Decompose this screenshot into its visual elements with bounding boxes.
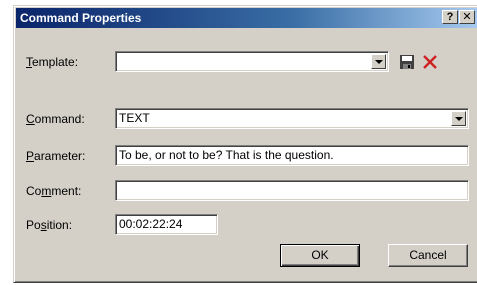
template-label: Template: <box>26 55 78 69</box>
position-label-rest: ition: <box>46 218 73 232</box>
cancel-button[interactable]: Cancel <box>388 244 468 267</box>
parameter-value: To be, or not to be? That is the questio… <box>119 148 334 162</box>
command-value: TEXT <box>119 111 150 125</box>
position-label-pre: Po <box>26 218 41 232</box>
title-bar: Command Properties ? ✕ <box>16 8 477 28</box>
template-label-rest: emplate: <box>32 55 79 69</box>
parameter-input[interactable]: To be, or not to be? That is the questio… <box>115 145 469 166</box>
command-combobox[interactable]: TEXT <box>115 108 469 129</box>
position-value: 00:02:22:24 <box>119 217 183 231</box>
comment-label: Comment: <box>26 184 81 198</box>
help-button[interactable]: ? <box>442 10 458 24</box>
command-label: Command: <box>26 112 85 126</box>
command-dropdown-button[interactable] <box>451 111 466 126</box>
template-dropdown-button[interactable] <box>371 54 386 69</box>
position-label: Position: <box>26 218 72 232</box>
close-button[interactable]: ✕ <box>459 10 475 24</box>
position-input[interactable]: 00:02:22:24 <box>115 214 218 235</box>
parameter-label-rest: arameter: <box>34 149 86 163</box>
comment-input[interactable] <box>115 180 469 201</box>
command-label-mnemonic: C <box>26 112 35 126</box>
parameter-label: Parameter: <box>26 149 85 163</box>
comment-label-pre: Co <box>26 184 42 198</box>
ok-button[interactable]: OK <box>280 244 360 267</box>
parameter-label-mnemonic: P <box>26 149 35 163</box>
command-properties-dialog: Command Properties ? ✕ Template: Command… <box>13 5 477 283</box>
floppy-disk-icon[interactable] <box>398 53 416 71</box>
comment-label-mnemonic: m <box>41 184 52 198</box>
red-x-icon[interactable] <box>421 53 439 71</box>
comment-label-rest: ment: <box>51 184 82 198</box>
template-combobox[interactable] <box>115 51 389 72</box>
window-title: Command Properties <box>20 11 142 25</box>
command-label-rest: ommand: <box>34 112 85 126</box>
